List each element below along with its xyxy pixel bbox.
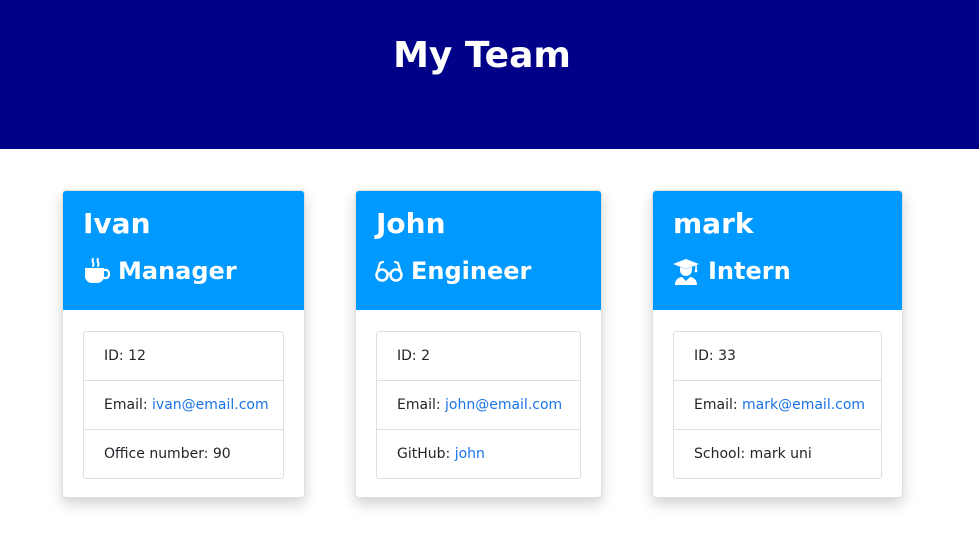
id-label: ID:: [694, 348, 714, 364]
card-header: mark Intern: [653, 191, 902, 310]
github-link[interactable]: john: [455, 446, 485, 462]
employee-id: ID: 33: [674, 332, 881, 381]
employee-role: Engineer: [375, 253, 531, 289]
github-username: GitHub: john: [377, 430, 580, 478]
employee-details: ID: 2 Email: john@email.com GitHub: john: [376, 331, 581, 479]
office-number-label: Office number:: [104, 446, 209, 462]
employee-role-label: Intern: [708, 257, 791, 285]
page-header: My Team: [0, 0, 979, 149]
employee-role: Manager: [82, 253, 237, 289]
email-label: Email:: [694, 397, 738, 413]
employee-name: Ivan: [83, 207, 151, 240]
graduate-icon: [672, 257, 700, 285]
id-value: 12: [128, 348, 146, 364]
employee-details: ID: 33 Email: mark@email.com School: mar…: [673, 331, 882, 479]
employee-name: John: [376, 207, 446, 240]
email-link[interactable]: ivan@email.com: [152, 397, 269, 413]
employee-email: Email: ivan@email.com: [84, 381, 283, 430]
employee-role-label: Manager: [118, 257, 237, 285]
email-label: Email:: [397, 397, 441, 413]
email-link[interactable]: mark@email.com: [742, 397, 865, 413]
employee-role-label: Engineer: [411, 257, 532, 285]
email-link[interactable]: john@email.com: [445, 397, 562, 413]
id-label: ID:: [397, 348, 417, 364]
employee-id: ID: 12: [84, 332, 283, 381]
card-header: John Engineer: [356, 191, 601, 310]
employee-name: mark: [673, 207, 754, 240]
glasses-icon: [375, 257, 403, 285]
school-value: mark uni: [749, 446, 812, 462]
github-label: GitHub:: [397, 446, 451, 462]
coffee-icon: [82, 257, 110, 285]
employee-email: Email: mark@email.com: [674, 381, 881, 430]
id-label: ID:: [104, 348, 124, 364]
school: School: mark uni: [674, 430, 881, 478]
employee-card-engineer: John Engineer ID: 2 Email: john@email.co…: [355, 190, 602, 498]
employee-details: ID: 12 Email: ivan@email.com Office numb…: [83, 331, 284, 479]
id-value: 2: [421, 348, 431, 364]
employee-role: Intern: [672, 253, 791, 289]
id-value: 33: [718, 348, 736, 364]
employee-email: Email: john@email.com: [377, 381, 580, 430]
office-number: Office number: 90: [84, 430, 283, 478]
school-label: School:: [694, 446, 746, 462]
page-title: My Team: [393, 35, 571, 76]
card-header: Ivan Manager: [63, 191, 304, 310]
employee-card-manager: Ivan Manager ID: 12 Email: ivan@email.co…: [62, 190, 305, 498]
office-number-value: 90: [212, 446, 231, 462]
employee-id: ID: 2: [377, 332, 580, 381]
employee-card-intern: mark Intern ID: 33 Email: mark@email.com…: [652, 190, 903, 498]
email-label: Email:: [104, 397, 148, 413]
